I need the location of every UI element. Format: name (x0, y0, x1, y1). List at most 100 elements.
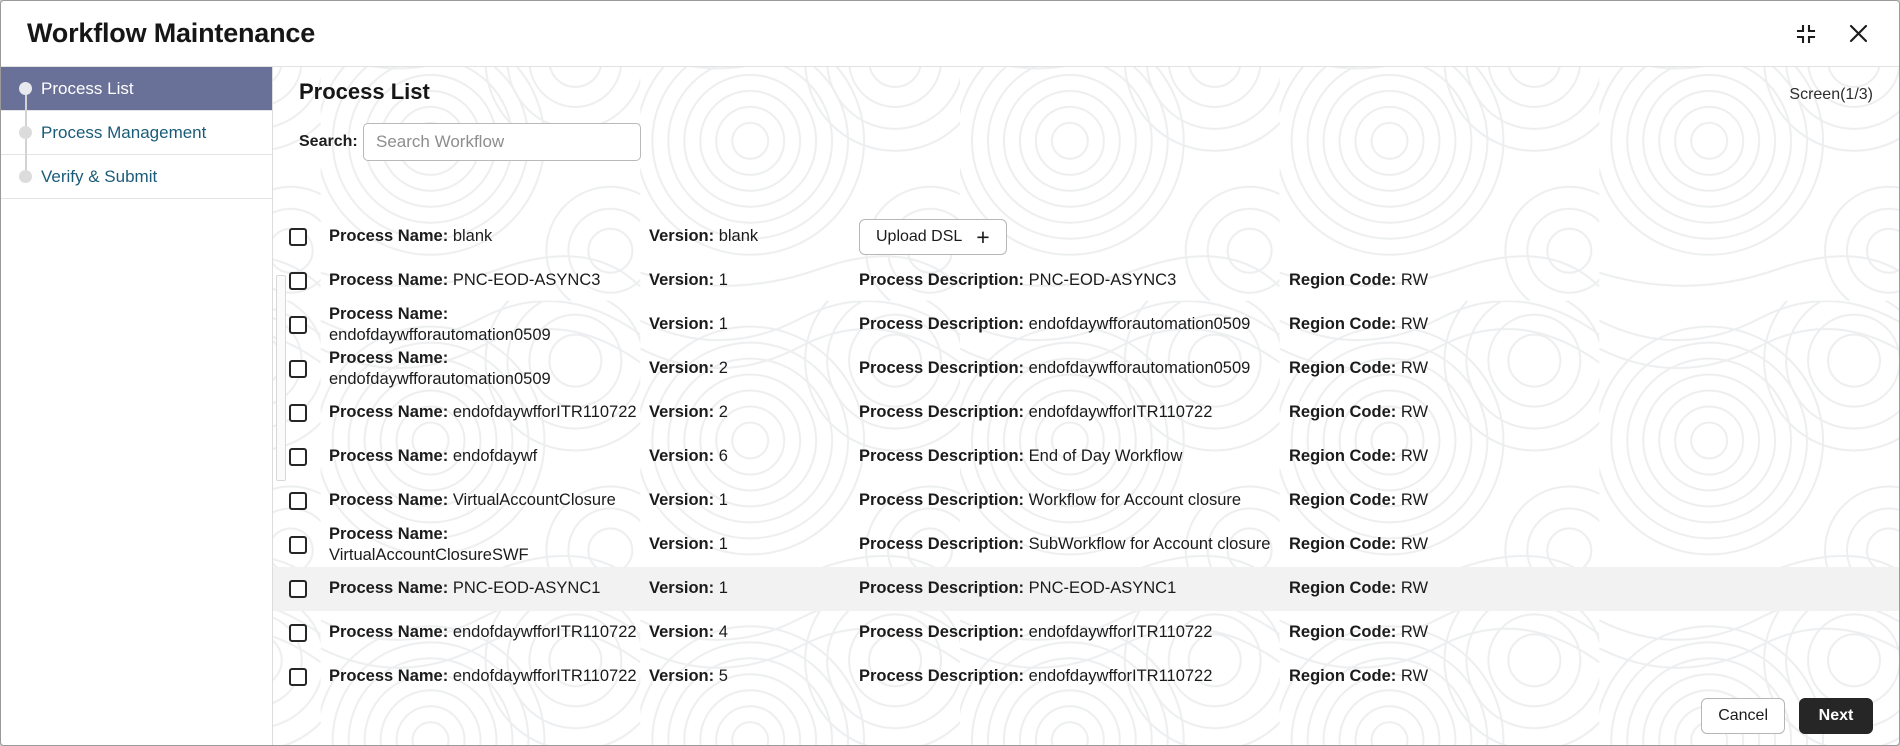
cell-region-code-value: RW (1396, 623, 1429, 642)
step-dot-icon (19, 82, 32, 95)
cell-version-value: 6 (714, 447, 728, 466)
cell-process-description: Process Description: endofdaywfforITR110… (859, 403, 1213, 422)
cell-process-description-value: endofdaywfforITR110722 (1024, 623, 1213, 642)
row-checkbox[interactable] (289, 360, 307, 378)
table-row[interactable]: Process Name: PNC-EOD-ASYNC3 Version: 1 Pr… (273, 259, 1899, 303)
row-checkbox[interactable] (289, 272, 307, 290)
sidebar-item-label: Verify & Submit (41, 166, 158, 186)
list-scrollbar[interactable] (276, 275, 286, 481)
cell-version: Version: 1 (649, 535, 728, 554)
table-row[interactable]: Process Name: VirtualAccountClosureSWF Ve… (273, 523, 1899, 567)
cell-process-description: Process Description: End of Day Workflow (859, 447, 1183, 466)
cell-region-code: Region Code: RW (1289, 315, 1429, 334)
cell-process-description-value: End of Day Workflow (1024, 447, 1183, 466)
workflow-maintenance-window: Workflow Maintenance Process List Proces… (0, 0, 1900, 746)
cell-version: Version: 5 (649, 667, 728, 686)
cell-process-name: Process Name: endofdaywfforITR110722 (329, 667, 637, 686)
cell-process-name-value: endofdaywfforITR110722 (448, 623, 637, 642)
cell-process-name: Process Name: endofdaywfforautomation050… (329, 348, 551, 388)
cell-region-code: Region Code: RW (1289, 271, 1429, 290)
sidebar-item-label: Process List (41, 78, 134, 98)
page-title: Workflow Maintenance (27, 18, 316, 48)
cell-region-code: Region Code: RW (1289, 491, 1429, 510)
cell-process-name: Process Name: endofdaywf (329, 447, 538, 466)
collapse-icon[interactable] (1791, 19, 1821, 49)
cell-version-value: 1 (714, 315, 728, 334)
cell-region-code-value: RW (1396, 271, 1429, 290)
process-list: Process Name: blank Version: blank Upload … (273, 215, 1899, 697)
upload-dsl-button[interactable]: Upload DSL + (859, 219, 1007, 255)
row-checkbox[interactable] (289, 492, 307, 510)
cancel-button[interactable]: Cancel (1701, 698, 1785, 734)
cell-process-name-value: endofdaywfforITR110722 (448, 403, 637, 422)
row-checkbox[interactable] (289, 448, 307, 466)
cell-process-name-value: PNC-EOD-ASYNC3 (448, 271, 601, 290)
cell-process-name: Process Name: PNC-EOD-ASYNC1 (329, 579, 601, 598)
table-row[interactable]: Process Name: endofdaywfforITR110722 Vers… (273, 611, 1899, 655)
cell-process-description: Process Description: SubWorkflow for Acc… (859, 535, 1271, 554)
cell-version: Version: 1 (649, 579, 728, 598)
cell-version: Version: blank (649, 227, 759, 246)
table-row[interactable]: Process Name: endofdaywf Version: 6 Proces… (273, 435, 1899, 479)
cell-version: Version: 4 (649, 623, 728, 642)
cell-process-name-value: VirtualAccountClosure (448, 491, 616, 510)
row-checkbox[interactable] (289, 668, 307, 686)
cell-process-description-value: endofdaywfforITR110722 (1024, 667, 1213, 686)
screen-counter: Screen(1/3) (1789, 86, 1873, 103)
cell-process-name-value: PNC-EOD-ASYNC1 (448, 579, 601, 598)
cell-process-name: Process Name: blank (329, 227, 493, 246)
process-rows-container: Process Name: blank Version: blank Upload … (273, 215, 1899, 697)
close-icon[interactable] (1843, 19, 1873, 49)
upload-dsl-label: Upload DSL (876, 228, 963, 245)
footer-actions: Cancel Next (273, 687, 1899, 745)
cell-region-code-value: RW (1396, 667, 1429, 686)
row-checkbox[interactable] (289, 624, 307, 642)
cell-version-value: 1 (714, 271, 728, 290)
table-row[interactable]: Process Name: endofdaywfforITR110722 Vers… (273, 391, 1899, 435)
cell-version-value: blank (714, 227, 759, 246)
cell-region-code-value: RW (1396, 491, 1429, 510)
step-dot-icon (19, 170, 32, 183)
cell-version: Version: 1 (649, 491, 728, 510)
next-button[interactable]: Next (1799, 698, 1873, 734)
cell-version-value: 5 (714, 667, 728, 686)
cell-process-name: Process Name: endofdaywfforautomation050… (329, 304, 551, 344)
cell-process-description-value: PNC-EOD-ASYNC1 (1024, 579, 1177, 598)
window-controls (1791, 19, 1873, 49)
sidebar-item-verify-submit[interactable]: Verify & Submit (1, 155, 272, 199)
cell-process-name-value: endofdaywfforITR110722 (448, 667, 637, 686)
row-checkbox[interactable] (289, 228, 307, 246)
row-checkbox[interactable] (289, 404, 307, 422)
row-checkbox[interactable] (289, 316, 307, 334)
step-dot-icon (19, 126, 32, 139)
cell-region-code: Region Code: RW (1289, 667, 1429, 686)
cell-process-description-value: PNC-EOD-ASYNC3 (1024, 271, 1177, 290)
sidebar-item-process-management[interactable]: Process Management (1, 111, 272, 177)
cell-region-code: Region Code: RW (1289, 535, 1429, 554)
table-row[interactable]: Process Name: blank Version: blank Upload … (273, 215, 1899, 259)
table-row[interactable]: Process Name: endofdaywfforautomation050… (273, 347, 1899, 391)
cell-version: Version: 1 (649, 271, 728, 290)
search-label: Search: (299, 133, 358, 150)
table-row[interactable]: Process Name: PNC-EOD-ASYNC1 Version: 1 Pr… (273, 567, 1899, 611)
cell-process-description: Process Description: endofdaywfforautoma… (859, 359, 1251, 378)
cell-region-code: Region Code: RW (1289, 623, 1429, 642)
cell-process-name-value: VirtualAccountClosureSWF (329, 546, 529, 564)
table-row[interactable]: Process Name: VirtualAccountClosure Versi… (273, 479, 1899, 523)
search-input[interactable] (363, 123, 641, 161)
cell-process-description-value: endofdaywfforITR110722 (1024, 403, 1213, 422)
cell-version-value: 2 (714, 403, 728, 422)
cell-process-description: Process Description: endofdaywfforITR110… (859, 623, 1213, 642)
cell-region-code-value: RW (1396, 447, 1429, 466)
cell-process-name: Process Name: endofdaywfforITR110722 (329, 403, 637, 422)
cell-version: Version: 1 (649, 315, 728, 334)
cell-process-name-value: endofdaywfforautomation0509 (329, 326, 551, 344)
cell-version: Version: 2 (649, 403, 728, 422)
table-row[interactable]: Process Name: endofdaywfforautomation050… (273, 303, 1899, 347)
row-checkbox[interactable] (289, 580, 307, 598)
cell-process-description-value: SubWorkflow for Account closure (1024, 535, 1271, 554)
row-checkbox[interactable] (289, 536, 307, 554)
cell-region-code-value: RW (1396, 579, 1429, 598)
sidebar-item-process-list[interactable]: Process List (1, 67, 272, 133)
content-header: Process List Screen(1/3) (273, 67, 1899, 105)
